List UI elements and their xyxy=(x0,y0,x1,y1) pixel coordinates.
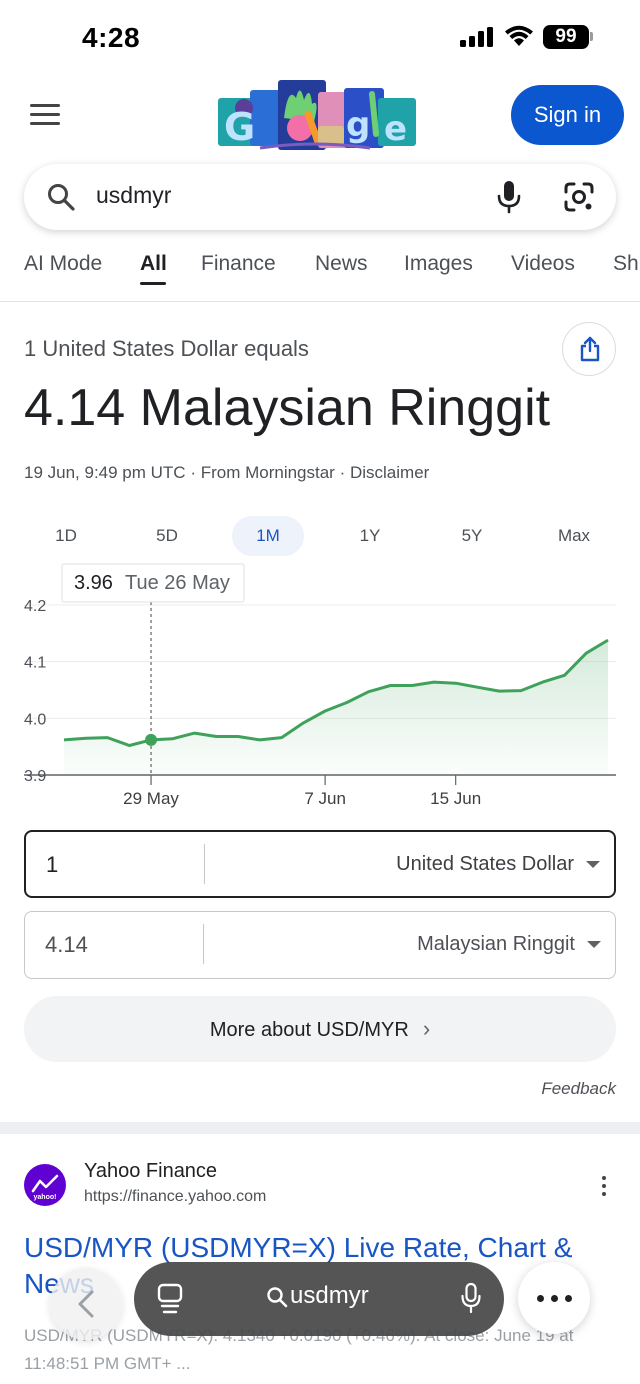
conversion-result: 4.14 Malaysian Ringgit xyxy=(24,379,551,437)
more-about-button[interactable]: More about USD/MYR › xyxy=(24,996,616,1062)
svg-text:g: g xyxy=(346,105,370,145)
x-axis-tick-label: 7 Jun xyxy=(304,789,346,808)
from-currency-select[interactable]: United States Dollar xyxy=(396,853,574,876)
lens-camera-icon[interactable] xyxy=(562,180,596,214)
cellular-signal-icon xyxy=(460,27,493,47)
share-icon xyxy=(580,336,600,362)
bottom-search-bar[interactable]: usdmyr xyxy=(134,1262,504,1336)
bottom-search-query[interactable]: usdmyr xyxy=(290,1282,369,1310)
google-doodle-logo[interactable]: G g e xyxy=(214,78,420,154)
equals-label: 1 United States Dollar equals xyxy=(24,336,309,361)
tooltip-value: 3.96 xyxy=(74,572,113,594)
chevron-left-icon xyxy=(78,1290,94,1318)
to-amount-input[interactable]: 4.14 xyxy=(45,932,88,958)
battery-indicator: 99 xyxy=(543,25,589,49)
y-axis-tick-label: 4.0 xyxy=(24,711,46,728)
y-axis-tick-label: 4.2 xyxy=(24,598,46,615)
status-time: 4:28 xyxy=(82,22,141,53)
svg-text:e: e xyxy=(384,109,407,149)
tab-finance[interactable]: Finance xyxy=(201,252,276,276)
active-tab-indicator xyxy=(140,282,166,285)
back-button[interactable] xyxy=(50,1268,122,1340)
tab-videos[interactable]: Videos xyxy=(511,252,575,276)
tabs-icon[interactable] xyxy=(156,1282,184,1316)
svg-text:G: G xyxy=(224,105,255,149)
search-box[interactable]: usdmyr xyxy=(24,164,616,230)
chevron-down-icon[interactable] xyxy=(586,861,600,868)
voice-search-icon[interactable] xyxy=(494,179,524,215)
section-separator xyxy=(0,1122,640,1134)
chevron-down-icon[interactable] xyxy=(587,941,601,948)
from-amount-input[interactable]: 1 xyxy=(46,852,58,878)
search-icon xyxy=(48,184,75,211)
tab-shopping[interactable]: Sh xyxy=(613,252,639,276)
y-axis-tick-label: 4.1 xyxy=(24,655,46,672)
rate-metadata: 19 Jun, 9:49 pm UTC · From Morningstar ·… xyxy=(24,463,429,483)
menu-icon[interactable] xyxy=(30,104,60,126)
range-5y[interactable]: 5Y xyxy=(436,516,508,556)
to-currency-row: 4.14 Malaysian Ringgit xyxy=(24,911,616,979)
more-menu-button[interactable] xyxy=(518,1262,590,1334)
range-1d[interactable]: 1D xyxy=(30,516,102,556)
x-axis-tick-label: 15 Jun xyxy=(430,789,481,808)
battery-tip xyxy=(590,32,593,41)
feedback-link[interactable]: Feedback xyxy=(541,1079,616,1099)
wifi-icon xyxy=(505,25,533,46)
more-options-icon[interactable] xyxy=(598,1176,610,1202)
chart-range-tabs: 1D 5D 1M 1Y 5Y Max xyxy=(14,516,626,556)
field-divider xyxy=(204,844,205,884)
result-site-name[interactable]: Yahoo Finance xyxy=(84,1160,217,1183)
y-axis-tick-label: 3.9 xyxy=(24,768,46,785)
disclaimer-link[interactable]: Disclaimer xyxy=(350,463,429,482)
chart-trend-icon: yahoo! xyxy=(31,1174,59,1201)
range-max[interactable]: Max xyxy=(538,516,610,556)
search-icon xyxy=(267,1287,288,1308)
yahoo-finance-logo[interactable]: yahoo! xyxy=(24,1164,66,1206)
status-bar: 4:28 99 xyxy=(0,0,640,76)
x-axis-tick-label: 29 May xyxy=(123,789,179,808)
meta-separator: · xyxy=(339,463,350,482)
yahoo-logo-text: yahoo! xyxy=(34,1194,57,1201)
range-5d[interactable]: 5D xyxy=(131,516,203,556)
search-tabs: AI Mode All Finance News Images Videos S… xyxy=(0,244,640,302)
result-url[interactable]: https://finance.yahoo.com xyxy=(84,1188,266,1206)
sign-in-button[interactable]: Sign in xyxy=(511,85,624,145)
exchange-rate-chart[interactable]: 4.2 4.1 4.0 3.9 29 May 7 Jun 15 Jun 3.96 Tue 2… xyxy=(0,556,640,816)
tab-ai-mode[interactable]: AI Mode xyxy=(24,252,102,276)
chart-cursor-point xyxy=(145,733,158,746)
chevron-right-icon: › xyxy=(422,1016,431,1041)
range-1y[interactable]: 1Y xyxy=(334,516,406,556)
rate-timestamp: 19 Jun, 9:49 pm UTC xyxy=(24,463,186,482)
tab-images[interactable]: Images xyxy=(404,252,473,276)
range-1m[interactable]: 1M xyxy=(232,516,304,556)
tooltip-date: Tue 26 May xyxy=(125,572,230,594)
field-divider xyxy=(203,924,204,964)
search-input[interactable]: usdmyr xyxy=(96,182,171,209)
meta-separator: · xyxy=(190,463,201,482)
microphone-icon[interactable] xyxy=(460,1282,482,1314)
chart-tooltip: 3.96 Tue 26 May xyxy=(61,563,245,603)
share-button[interactable] xyxy=(562,322,616,376)
more-about-label: More about USD/MYR xyxy=(209,1019,409,1041)
from-currency-row: 1 United States Dollar xyxy=(24,830,616,898)
to-currency-select[interactable]: Malaysian Ringgit xyxy=(417,933,575,956)
tab-news[interactable]: News xyxy=(315,252,368,276)
rate-source: From Morningstar xyxy=(200,463,335,482)
tab-all[interactable]: All xyxy=(140,252,167,276)
